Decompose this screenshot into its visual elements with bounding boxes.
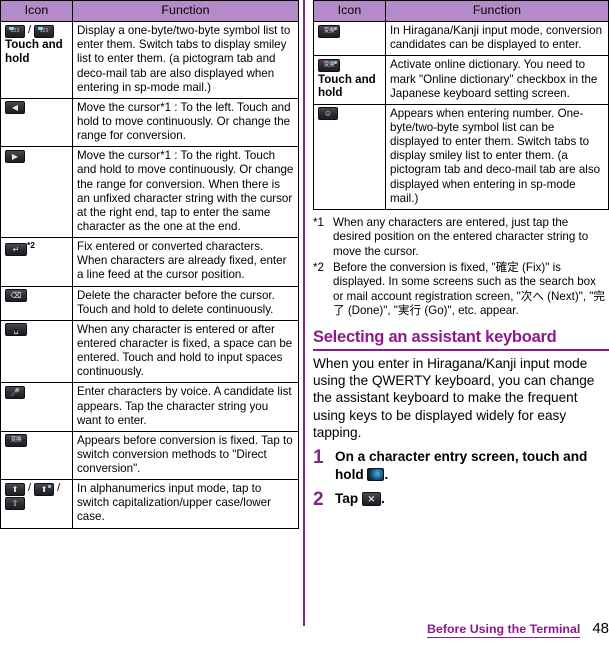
backspace-key-icon: ⌫ <box>5 288 27 302</box>
table-row: 変換 Appears before conversion is fixed. T… <box>0 430 299 481</box>
close-key-icon: ✕ <box>361 492 381 507</box>
column-header-icon: Icon <box>0 0 73 23</box>
icon-cell: 変換 <box>0 430 73 481</box>
step-text: Tap ✕. <box>335 490 609 507</box>
step-text-after: . <box>380 490 385 506</box>
column-header-function: Function <box>72 0 299 23</box>
touch-and-hold-label: Touch and hold <box>5 38 63 65</box>
footnote-text: Before the conversion is fixed, "確定 (Fix… <box>333 260 606 318</box>
function-cell: Display a one-byte/two-byte symbol list … <box>72 21 299 99</box>
icon-cell: ⌫ <box>0 285 73 321</box>
column-divider <box>303 0 305 626</box>
footer-page-number: 48 <box>592 620 609 637</box>
function-cell: Enter characters by voice. A candidate l… <box>72 382 299 432</box>
shift-key-icon: ⬆ <box>5 482 25 496</box>
manual-page: Icon Function / Touch and hold Display a… <box>0 0 609 645</box>
table-row: ␣ When any character is entered or after… <box>0 319 299 384</box>
icon-separator: / <box>57 482 61 495</box>
right-column: Icon Function 変換 In Hiragana/Kanji input… <box>313 0 609 509</box>
function-cell: In alphanumerics input mode, tap to swit… <box>72 479 299 529</box>
arrow-right-key-icon: ▶ <box>5 149 25 163</box>
page-footer: Before Using the Terminal 48 <box>313 620 609 638</box>
conversion-candidate-key-icon: 変換 <box>318 58 340 72</box>
table-row: ↵ *2 Fix entered or converted characters.… <box>0 237 299 287</box>
123-key-icon <box>5 24 25 38</box>
footnote-marker: *2 <box>27 240 36 251</box>
footnote-mark: *2 <box>313 260 324 274</box>
table-header-row: Icon Function <box>0 0 299 23</box>
function-cell: Move the cursor*1 : To the right. Touch … <box>72 146 299 239</box>
icon-cell: 🎤 <box>0 382 73 432</box>
column-header-function: Function <box>385 0 609 23</box>
function-cell: When any character is entered or after e… <box>72 319 299 384</box>
icon-cell: ◀ <box>0 97 73 148</box>
function-cell: Move the cursor*1 : To the left. Touch a… <box>72 97 299 148</box>
icon-cell: ↵ *2 <box>0 237 73 287</box>
table-row: 変換 Touch and hold Activate online dictio… <box>313 55 609 105</box>
left-icon-function-table: Icon Function / Touch and hold Display a… <box>0 0 299 529</box>
enter-key-icon: ↵ <box>5 243 27 257</box>
conversion-key-icon: 変換 <box>5 434 27 448</box>
right-icon-function-table: Icon Function 変換 In Hiragana/Kanji input… <box>313 0 609 210</box>
caps-key-icon: ⇧ <box>5 496 25 510</box>
function-cell: Activate online dictionary. You need to … <box>385 55 609 105</box>
icon-cell: / Touch and hold <box>0 21 73 99</box>
table-row: 変換 In Hiragana/Kanji input mode, convers… <box>313 21 609 57</box>
icon-cell: ⬆ / ⬆ / ⇧ <box>0 479 73 529</box>
step-number: 2 <box>313 488 324 510</box>
function-cell: In Hiragana/Kanji input mode, conversion… <box>385 21 609 57</box>
footnote-item: *2 Before the conversion is fixed, "確定 (… <box>313 261 609 319</box>
icon-cell: 変換 <box>313 21 386 57</box>
icon-cell: ☺ <box>313 103 386 210</box>
function-cell: Delete the character before the cursor. … <box>72 285 299 321</box>
step-number: 1 <box>313 447 324 469</box>
shift-key-blue-icon: ⬆ <box>34 482 55 496</box>
touch-and-hold-label: Touch and hold <box>318 72 376 100</box>
table-header-row: Icon Function <box>313 0 609 23</box>
arrow-left-key-icon: ◀ <box>5 101 25 115</box>
footnotes: *1 When any characters are entered, just… <box>313 216 609 319</box>
table-row: ▶ Move the cursor*1 : To the right. Touc… <box>0 146 299 239</box>
icon-cell: ␣ <box>0 319 73 384</box>
icon-cell: ▶ <box>0 146 73 239</box>
step-text-after: . <box>384 466 389 482</box>
table-row: ⌫ Delete the character before the cursor… <box>0 285 299 321</box>
table-row: ⬆ / ⬆ / ⇧ In alphanumerics input mode, tap … <box>0 479 299 529</box>
space-key-icon: ␣ <box>5 323 27 337</box>
symbol-key-icon: ☺ <box>318 107 338 121</box>
function-cell: Fix entered or converted characters. Whe… <box>72 237 299 287</box>
table-row: 🎤 Enter characters by voice. A candidate… <box>0 382 299 432</box>
footer-section-label: Before Using the Terminal <box>427 622 581 638</box>
function-cell: Appears when entering number. One-byte/t… <box>385 103 609 210</box>
table-row: / Touch and hold Display a one-byte/two-… <box>0 21 299 99</box>
function-cell: Appears before conversion is fixed. Tap … <box>72 430 299 481</box>
left-column: Icon Function / Touch and hold Display a… <box>0 0 299 529</box>
microphone-key-icon: 🎤 <box>5 385 25 399</box>
footnote-text: When any characters are entered, just ta… <box>333 215 589 258</box>
column-header-icon: Icon <box>313 0 386 23</box>
conversion-candidate-key-icon: 変換 <box>318 24 340 38</box>
icon-cell: 変換 Touch and hold <box>313 55 386 105</box>
step-1: 1 On a character entry screen, touch and… <box>313 448 609 483</box>
123-key-icon <box>34 24 55 38</box>
footnote-mark: *1 <box>313 215 324 229</box>
icon-separator: / <box>28 24 32 37</box>
table-row: ◀ Move the cursor*1 : To the left. Touch… <box>0 97 299 148</box>
step-text: On a character entry screen, touch and h… <box>335 448 609 483</box>
footnote-item: *1 When any characters are entered, just… <box>313 216 609 260</box>
icon-separator: / <box>28 482 32 495</box>
step-text-before: Tap <box>335 490 359 506</box>
table-row: ☺ Appears when entering number. One-byte… <box>313 103 609 210</box>
section-body-text: When you enter in Hiragana/Kanji input m… <box>313 355 595 440</box>
assistant-keyboard-key-icon <box>367 468 385 482</box>
step-2: 2 Tap ✕. <box>313 490 609 509</box>
section-heading: Selecting an assistant keyboard <box>313 328 609 351</box>
